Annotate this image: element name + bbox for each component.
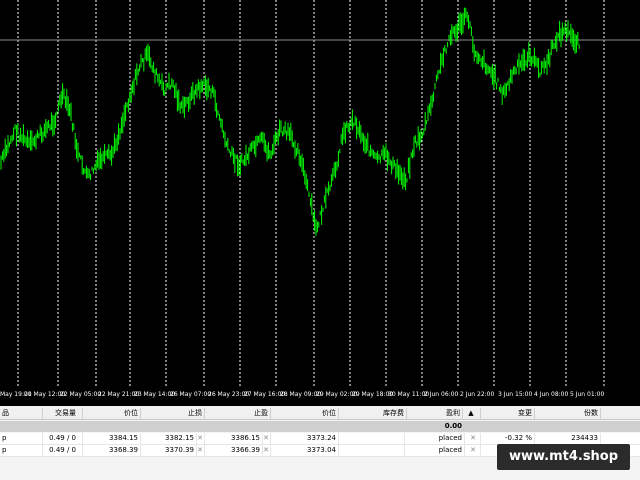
order-volume: 0.49 / 0 (40, 445, 83, 456)
time-tick-label: 22 May 05:00 (60, 391, 102, 398)
time-tick-label: 30 May 11:00 (388, 391, 430, 398)
time-axis: May 19:00 21 May 12:00 22 May 05:00 22 May … (0, 388, 640, 406)
col-change[interactable]: 变更 (482, 408, 535, 419)
order-tp[interactable]: 3386.15 (204, 433, 263, 444)
time-tick-label: 23 May 14:00 (134, 391, 176, 398)
price-chart[interactable] (0, 0, 640, 393)
close-order-icon[interactable]: ✕ (466, 433, 481, 444)
time-tick-label: 3 Jun 15:00 (498, 391, 533, 398)
order-status: placed (406, 445, 465, 456)
order-status: placed (406, 433, 465, 444)
order-sl[interactable]: 3370.39 (140, 445, 197, 456)
summary-profit: 0.00 (444, 422, 462, 430)
order-symbol: p (0, 445, 43, 456)
col-symbol[interactable]: 品 (0, 408, 43, 419)
time-tick-label: 2 Jun 22:00 (460, 391, 495, 398)
col-swap[interactable]: 库存费 (338, 408, 407, 419)
order-sl[interactable]: 3382.15 (140, 433, 197, 444)
order-swap (338, 433, 405, 444)
sort-asc-icon[interactable]: ▲ (462, 408, 481, 419)
candlestick-plot (0, 0, 640, 393)
col-sl[interactable]: 止损 (140, 408, 205, 419)
time-tick-label: 4 Jun 08:00 (534, 391, 569, 398)
time-tick-label: 28 May 09:00 (280, 391, 322, 398)
time-tick-label: 22 May 21:00 (98, 391, 140, 398)
order-ticket: 234433 (534, 433, 601, 444)
order-current-price: 3373.04 (270, 445, 339, 456)
order-current-price: 3373.24 (270, 433, 339, 444)
time-tick-label: 21 May 12:00 (24, 391, 66, 398)
time-tick-label: 29 May 02:00 (316, 391, 358, 398)
watermark-logo: www.mt4.shop (497, 444, 630, 470)
time-tick-label: 29 May 18:00 (352, 391, 394, 398)
col-price[interactable]: 价位 (82, 408, 141, 419)
time-tick-label: 2 Jun 06:00 (424, 391, 459, 398)
col-tp[interactable]: 止盈 (204, 408, 271, 419)
col-profit[interactable]: 盈利 (406, 408, 463, 419)
time-tick-label: 27 May 16:00 (244, 391, 286, 398)
col-ticket[interactable]: 份数 (534, 408, 601, 419)
time-tick-label: 5 Jun 01:00 (570, 391, 605, 398)
order-change: -0.32 % (482, 433, 535, 444)
summary-row: 0.00 (0, 421, 640, 432)
order-swap (338, 445, 405, 456)
order-price: 3384.15 (82, 433, 141, 444)
order-price: 3368.39 (82, 445, 141, 456)
close-order-icon[interactable]: ✕ (466, 445, 481, 456)
col-price2[interactable]: 价位 (270, 408, 339, 419)
order-tp[interactable]: 3366.39 (204, 445, 263, 456)
col-volume[interactable]: 交易量 (40, 408, 83, 419)
order-symbol: p (0, 433, 43, 444)
time-tick-label: 26 May 07:00 (170, 391, 212, 398)
order-volume: 0.49 / 0 (40, 433, 83, 444)
time-tick-label: 26 May 23:00 (208, 391, 250, 398)
terminal-header-row: 品 交易量 价位 止损 止盈 价位 库存费 盈利 ▲ 变更 份数 (0, 408, 640, 420)
